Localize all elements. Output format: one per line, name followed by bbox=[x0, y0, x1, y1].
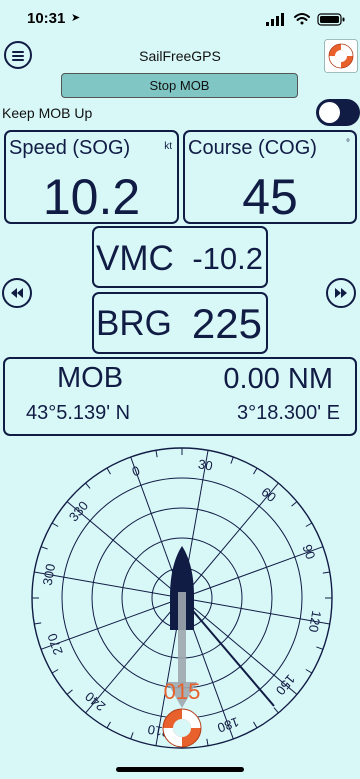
speed-unit: kt bbox=[164, 141, 172, 152]
course-label: Course (COG) bbox=[188, 137, 317, 159]
status-icons bbox=[266, 13, 345, 26]
tick-mark bbox=[106, 467, 111, 475]
mob-distance: 0.00 NM bbox=[223, 363, 333, 395]
tick-mark bbox=[305, 669, 313, 674]
brg-box: BRG 225 bbox=[92, 292, 268, 354]
course-value: 45 bbox=[242, 169, 298, 225]
tick-mark bbox=[66, 689, 73, 695]
heading-label: 30 bbox=[197, 456, 214, 473]
bearing-spoke bbox=[181, 597, 330, 625]
wifi-icon bbox=[294, 13, 310, 25]
tick-mark bbox=[253, 467, 258, 475]
tick-mark bbox=[155, 450, 158, 458]
course-unit: ° bbox=[346, 138, 350, 149]
tick-mark bbox=[206, 738, 209, 746]
tick-mark bbox=[85, 482, 91, 489]
mob-label: MOB bbox=[57, 362, 124, 394]
rewind-icon bbox=[11, 288, 23, 298]
tick-mark bbox=[51, 669, 59, 674]
keep-mob-toggle[interactable] bbox=[316, 99, 360, 126]
heading-label: 330 bbox=[66, 498, 91, 524]
vmc-box: VMC -10.2 bbox=[92, 226, 268, 288]
app-title: SailFreeGPS bbox=[139, 48, 221, 64]
compass-radar: 0 306090120150180210240270300330 015 bbox=[31, 447, 333, 749]
signal-icon bbox=[266, 13, 284, 26]
heading-label: 60 bbox=[258, 484, 279, 505]
heading-label: 180 bbox=[215, 714, 241, 736]
lifebuoy-icon[interactable] bbox=[324, 39, 358, 73]
tick-mark bbox=[230, 456, 234, 464]
tick-mark bbox=[34, 622, 42, 625]
bearing-spoke bbox=[34, 571, 183, 599]
stop-mob-button[interactable]: Stop MOB bbox=[61, 73, 298, 98]
home-indicator bbox=[116, 767, 244, 772]
tick-mark bbox=[305, 522, 313, 527]
heading-label: 0 bbox=[130, 463, 142, 480]
tick-mark bbox=[51, 522, 59, 527]
heading-label: 240 bbox=[82, 689, 108, 714]
tick-mark bbox=[273, 707, 279, 714]
status-time: 10:31 bbox=[27, 10, 66, 27]
tick-mark bbox=[253, 721, 258, 729]
course-box: Course (COG) ° 45 bbox=[183, 130, 357, 225]
tick-mark bbox=[40, 546, 48, 550]
tick-mark bbox=[291, 501, 298, 507]
mob-lifebuoy-icon bbox=[162, 708, 202, 748]
speed-label: Speed (SOG) bbox=[9, 137, 131, 159]
heading-label: 300 bbox=[40, 563, 59, 587]
keep-mob-label: Keep MOB Up bbox=[2, 105, 93, 121]
speed-value: 10.2 bbox=[42, 169, 141, 225]
vmc-label: VMC bbox=[96, 239, 174, 278]
brg-label: BRG bbox=[96, 304, 172, 343]
location-arrow-icon: ➤ bbox=[71, 12, 81, 24]
vmc-value: -10.2 bbox=[192, 241, 263, 276]
heading-label: 90 bbox=[299, 542, 318, 561]
mob-longitude: 3°18.300' E bbox=[236, 402, 340, 424]
tick-mark bbox=[322, 571, 330, 574]
tick-mark bbox=[130, 732, 134, 740]
mob-latitude: 43°5.139' N bbox=[26, 402, 131, 424]
battery-icon bbox=[317, 13, 345, 26]
speed-box: Speed (SOG) kt 10.2 bbox=[4, 130, 179, 225]
mob-box: MOB 0.00 NM 43°5.139' N 3°18.300' E bbox=[3, 357, 357, 436]
heading-label: 120 bbox=[306, 609, 325, 633]
tick-mark bbox=[106, 721, 111, 729]
tick-mark bbox=[316, 646, 324, 650]
heading-label: 150 bbox=[273, 672, 298, 698]
next-page-button[interactable] bbox=[326, 278, 356, 308]
fast-forward-icon bbox=[335, 288, 347, 298]
previous-page-button[interactable] bbox=[2, 278, 32, 308]
mob-marker-label: 015 bbox=[164, 679, 201, 704]
brg-value: 225 bbox=[191, 300, 262, 347]
heading-label: 270 bbox=[44, 631, 66, 657]
